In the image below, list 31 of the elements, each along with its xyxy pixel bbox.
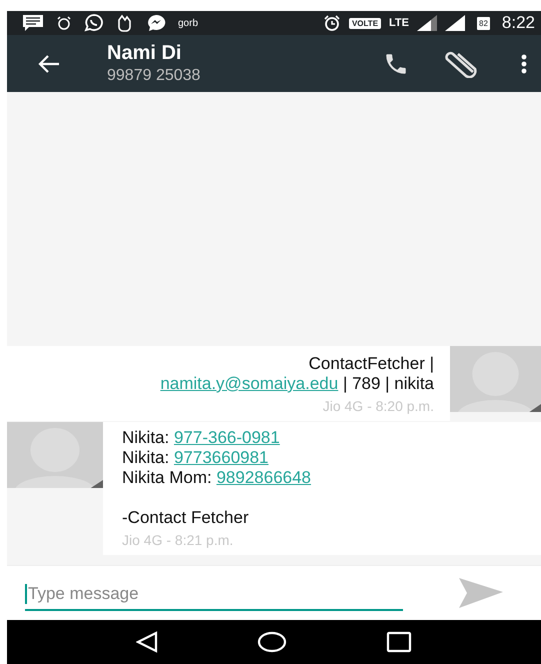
message-text: Nikita Mom:: [122, 468, 213, 487]
contact-number: 99879 25038: [107, 67, 202, 85]
alarm-icon: [322, 15, 341, 31]
volte-badge: VOLTE: [348, 18, 382, 28]
battery-icon: 82: [477, 16, 490, 30]
home-icon[interactable]: [256, 631, 287, 653]
back-icon[interactable]: [136, 631, 158, 653]
chat-bubble-icon: [84, 14, 104, 32]
more-options-icon[interactable]: [521, 54, 527, 74]
message-link[interactable]: 9892866648: [216, 468, 312, 487]
avatar-icon: [450, 346, 541, 412]
messenger-icon: [146, 14, 166, 32]
message-icon: [22, 14, 44, 32]
message-link[interactable]: 977-366-0981: [174, 428, 280, 447]
message-text: ContactFetcher |: [308, 354, 434, 373]
message-text: | 789 | nikita: [342, 374, 434, 393]
message-link[interactable]: namita.y@somaiya.edu: [160, 374, 338, 393]
message-link[interactable]: 9773660981: [174, 448, 269, 467]
message-text: -Contact Fetcher: [122, 508, 249, 527]
signal-icon: [417, 15, 437, 31]
back-arrow-icon[interactable]: [38, 54, 60, 72]
alarm-icon: [56, 16, 72, 30]
clock-time: 8:22: [502, 13, 535, 33]
message-text: Nikita:: [122, 448, 170, 467]
signal-icon: [445, 15, 465, 31]
app-label: gorb: [178, 18, 198, 28]
message-text: Nikita:: [122, 428, 170, 447]
lte-label: LTE: [389, 17, 409, 29]
contact-name: Nami Di: [107, 42, 182, 65]
recents-icon[interactable]: [386, 631, 412, 653]
avatar-icon: [7, 422, 103, 488]
